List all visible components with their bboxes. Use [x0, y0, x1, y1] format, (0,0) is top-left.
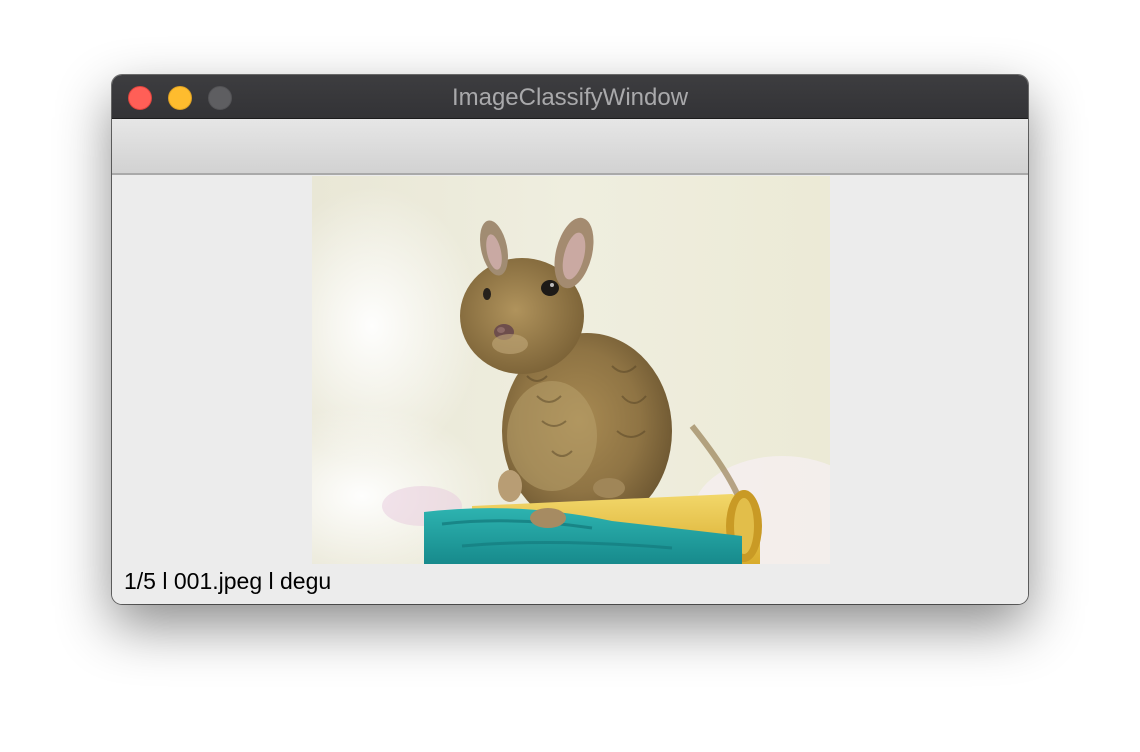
image-display [312, 176, 830, 564]
degu-photo [312, 176, 830, 564]
window-title: ImageClassifyWindow [451, 84, 689, 111]
image-classify-window: ImageClassifyWindow 1/5 l 001.jpeg l deg… [112, 75, 1028, 604]
status-label: 1/5 l 001.jpeg l degu [124, 568, 332, 594]
title-bar[interactable]: ImageClassifyWindow [112, 75, 1028, 119]
toolbar [112, 119, 1028, 175]
content-area: 1/5 l 001.jpeg l degu [112, 175, 1028, 604]
